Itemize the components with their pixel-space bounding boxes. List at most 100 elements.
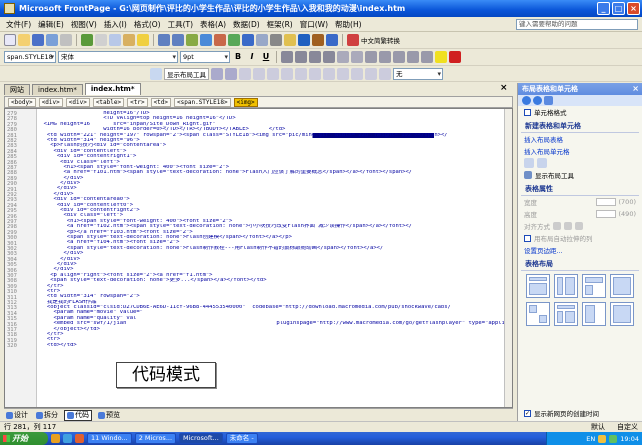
layout-thumbnail[interactable] xyxy=(610,302,634,326)
tab-website[interactable]: 网站 xyxy=(4,84,30,95)
align-center-icon[interactable] xyxy=(295,51,307,63)
tag-div[interactable]: <div> xyxy=(65,97,90,107)
format-painter-icon[interactable] xyxy=(137,34,149,46)
copy-icon[interactable] xyxy=(109,34,121,46)
tag-tr[interactable]: <tr> xyxy=(127,97,148,107)
tag-td[interactable]: <td> xyxy=(150,97,172,107)
menu-help[interactable]: 帮助(H) xyxy=(335,19,362,30)
view-preview-button[interactable]: 预览 xyxy=(96,410,122,421)
language-indicator[interactable]: EN xyxy=(586,435,595,443)
print-icon[interactable] xyxy=(60,34,72,46)
insert-table-icon[interactable] xyxy=(200,34,212,46)
menu-tools[interactable]: 工具(T) xyxy=(168,19,193,30)
cjk-convert-icon[interactable] xyxy=(347,34,359,46)
align-right-icon[interactable] xyxy=(309,51,321,63)
show-creation-time-row[interactable]: ✓ 显示新网页的创建时间 xyxy=(518,407,605,419)
layout-thumbnail[interactable] xyxy=(526,302,550,326)
insert-layer-icon[interactable] xyxy=(214,34,226,46)
quicklaunch-media-icon[interactable] xyxy=(75,434,84,443)
increase-font-icon[interactable] xyxy=(337,51,349,63)
cell-props-icon[interactable] xyxy=(253,67,265,80)
close-window-button[interactable]: × xyxy=(627,2,640,15)
menu-view[interactable]: 视图(V) xyxy=(71,19,97,30)
delete-cells-icon[interactable] xyxy=(295,67,307,80)
taskbar-item-windows[interactable]: 11 Windo... xyxy=(87,433,132,444)
forward-icon[interactable] xyxy=(533,96,542,105)
align-center-icon[interactable] xyxy=(564,222,572,230)
fill-color-icon[interactable] xyxy=(379,67,391,80)
tab-index-1[interactable]: index.htm* xyxy=(32,84,83,95)
border-icon[interactable] xyxy=(421,51,433,63)
tag-div[interactable]: <div> xyxy=(38,97,63,107)
width-input[interactable] xyxy=(595,198,616,206)
justify-icon[interactable] xyxy=(323,51,335,63)
layout-thumbnail[interactable] xyxy=(582,274,606,298)
show-all-icon[interactable] xyxy=(298,34,310,46)
table-style-combo[interactable]: 无 xyxy=(393,67,443,80)
save-icon[interactable] xyxy=(32,34,44,46)
autofit-icon[interactable] xyxy=(365,67,377,80)
paste-icon[interactable] xyxy=(123,34,135,46)
font-color-icon[interactable] xyxy=(449,51,461,63)
hyperlink-icon[interactable] xyxy=(242,34,254,46)
insert-layout-table-link[interactable]: 插入布局表格 xyxy=(518,133,642,145)
layout-thumbnail[interactable] xyxy=(526,274,550,298)
menu-file[interactable]: 文件(F) xyxy=(6,19,31,30)
tray-app-icon[interactable] xyxy=(598,434,607,443)
numbering-icon[interactable] xyxy=(365,51,377,63)
decrease-font-icon[interactable] xyxy=(351,51,363,63)
table-props-icon[interactable] xyxy=(239,67,251,80)
merge-cells-icon[interactable] xyxy=(309,67,321,80)
show-layout-tool-row[interactable]: 显示布局工具 xyxy=(518,169,642,181)
maximize-button[interactable]: □ xyxy=(612,2,625,15)
menu-table[interactable]: 表格(A) xyxy=(200,19,226,30)
split-cells-icon[interactable] xyxy=(323,67,335,80)
style-combo[interactable]: span.STYLE18 xyxy=(4,51,56,63)
outdent-icon[interactable] xyxy=(393,51,405,63)
cjk-convert-label[interactable]: 中文简繁转换 xyxy=(361,35,400,45)
menu-insert[interactable]: 插入(I) xyxy=(104,19,127,30)
insert-picture-icon[interactable] xyxy=(228,34,240,46)
start-button[interactable]: 开始 xyxy=(0,432,48,445)
draw-layout-table-icon[interactable] xyxy=(524,158,534,168)
font-size-combo[interactable]: 9pt xyxy=(180,51,230,63)
bold-button[interactable]: B xyxy=(232,51,244,63)
folder-list-icon[interactable] xyxy=(284,34,296,46)
menu-format[interactable]: 格式(O) xyxy=(134,19,161,30)
home-icon[interactable] xyxy=(544,96,553,105)
insert-row-icon[interactable] xyxy=(267,67,279,80)
redo-icon[interactable] xyxy=(172,34,184,46)
tag-span[interactable]: <span.STYLE18> xyxy=(174,97,231,107)
undo-icon[interactable] xyxy=(158,34,170,46)
layout-thumbnail[interactable] xyxy=(554,302,578,326)
show-creation-time-checkbox[interactable]: ✓ xyxy=(524,409,531,417)
help-search-input[interactable]: 键入需要帮助的问题 xyxy=(516,19,638,30)
cut-icon[interactable] xyxy=(95,34,107,46)
taskbar-item-word[interactable]: 2 Micros... xyxy=(134,433,177,444)
draw-table-icon[interactable] xyxy=(211,67,223,80)
close-document-icon[interactable]: × xyxy=(500,83,508,93)
cell-format-checkbox[interactable] xyxy=(524,108,531,116)
taskbar-item-paint[interactable]: 未命名 - xyxy=(225,433,258,444)
cell-format-option[interactable]: 单元格格式 xyxy=(518,106,642,118)
show-layout-tool-label[interactable]: 显示布局工具 xyxy=(164,67,209,80)
auto-stretch-checkbox[interactable] xyxy=(524,234,531,242)
tag-table[interactable]: <table> xyxy=(92,97,125,107)
align-left-icon[interactable] xyxy=(281,51,293,63)
align-right-icon[interactable] xyxy=(575,222,583,230)
layout-thumbnail[interactable] xyxy=(582,302,606,326)
back-icon[interactable] xyxy=(522,96,531,105)
align-left-icon[interactable] xyxy=(553,222,561,230)
quicklaunch-ie-icon[interactable] xyxy=(51,434,60,443)
bullets-icon[interactable] xyxy=(379,51,391,63)
underline-button[interactable]: U xyxy=(260,51,272,63)
italic-button[interactable]: I xyxy=(246,51,258,63)
auto-stretch-row[interactable]: 用布局自动拉伸的列 xyxy=(518,232,642,244)
set-margins-link[interactable]: 设置页边距... xyxy=(518,244,642,256)
task-pane-close-icon[interactable]: × xyxy=(632,83,639,95)
view-code-button[interactable]: 代码 xyxy=(64,409,92,421)
code-editor[interactable]: 279 278 279 280 281 282 283 284 285 286 287 288 289 2… xyxy=(4,108,513,408)
insert-column-icon[interactable] xyxy=(281,67,293,80)
highlight-icon[interactable] xyxy=(435,51,447,63)
tag-img[interactable]: <img> xyxy=(233,97,258,107)
